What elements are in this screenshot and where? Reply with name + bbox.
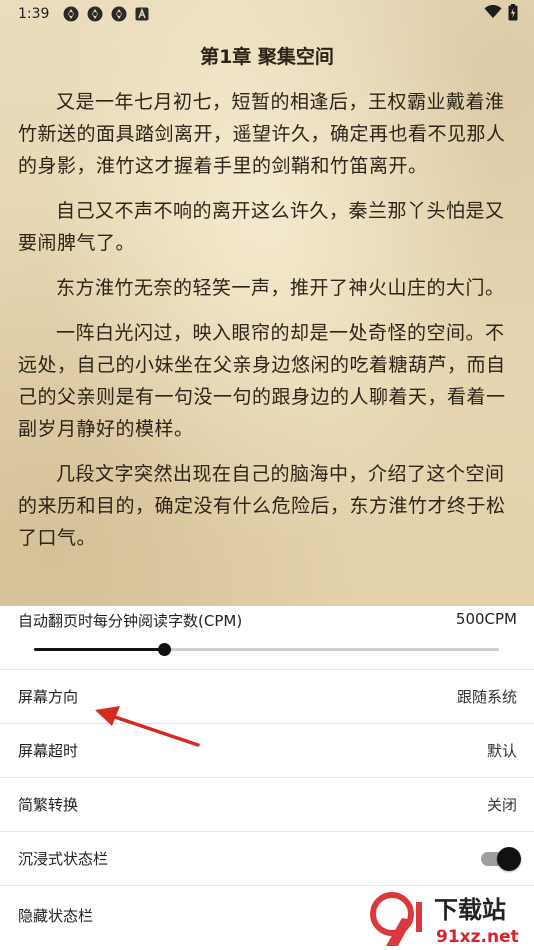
cpm-slider-fill <box>34 648 165 651</box>
setting-value: 关闭 <box>486 796 517 814</box>
pinwheel-icon <box>87 6 103 22</box>
immersive-status-bar-row[interactable]: 沉浸式状态栏 <box>0 832 534 886</box>
immersive-status-bar-toggle[interactable] <box>479 846 521 871</box>
reader-page[interactable]: 1:39 第1章 聚集空间 又是一年七月初七，短暂的相逢后，王权霸业戴着淮竹新送… <box>0 0 534 606</box>
cpm-slider[interactable] <box>34 643 499 656</box>
screen-timeout-row[interactable]: 屏幕超时 默认 <box>0 724 534 778</box>
pinwheel-icon <box>111 6 127 22</box>
cpm-value: 500CPM <box>455 610 517 628</box>
chapter-content: 又是一年七月初七，短暂的相逢后，王权霸业戴着淮竹新送的面具踏剑离开，遥望许久，确… <box>18 86 518 567</box>
wifi-icon <box>484 4 502 23</box>
setting-label: 屏幕方向 <box>18 688 79 706</box>
setting-label: 简繁转换 <box>18 796 79 814</box>
svg-text:下载站: 下载站 <box>434 896 506 924</box>
paragraph: 又是一年七月初七，短暂的相逢后，王权霸业戴着淮竹新送的面具踏剑离开，遥望许久，确… <box>18 91 506 177</box>
paragraph: 一阵白光闪过，映入眼帘的却是一处奇怪的空间。不远处，自己的小妹坐在父亲身边悠闲的… <box>18 322 506 440</box>
setting-label: 屏幕超时 <box>18 742 79 760</box>
cpm-label: 自动翻页时每分钟阅读字数(CPM) <box>18 612 243 630</box>
toggle-knob <box>497 846 521 871</box>
screen-orientation-row[interactable]: 屏幕方向 跟随系统 <box>0 670 534 724</box>
setting-value: 跟随系统 <box>456 688 517 706</box>
traditional-simplified-row[interactable]: 简繁转换 关闭 <box>0 778 534 832</box>
paragraph: 东方淮竹无奈的轻笑一声，推开了神火山庄的大门。 <box>56 277 505 299</box>
paragraph: 自己又不声不响的离开这么许久，秦兰那丫头怕是又要闹脾气了。 <box>18 200 505 254</box>
svg-text:91xz.net: 91xz.net <box>436 927 519 947</box>
setting-label: 沉浸式状态栏 <box>18 850 109 868</box>
cpm-slider-thumb[interactable] <box>158 643 172 656</box>
battery-icon <box>508 3 518 25</box>
chapter-title: 第1章 聚集空间 <box>200 46 334 68</box>
paragraph: 几段文字突然出现在自己的脑海中，介绍了这个空间的来历和目的，确定没有什么危险后，… <box>18 463 506 549</box>
status-bar: 1:39 <box>0 0 534 28</box>
status-time: 1:39 <box>18 6 50 22</box>
font-a-icon <box>135 7 149 21</box>
site-watermark-logo: 下载站 91xz.net <box>364 888 534 950</box>
setting-value: 默认 <box>486 742 517 760</box>
auto-page-cpm-setting: 自动翻页时每分钟阅读字数(CPM) 500CPM <box>0 606 534 670</box>
pinwheel-icon <box>63 6 79 22</box>
